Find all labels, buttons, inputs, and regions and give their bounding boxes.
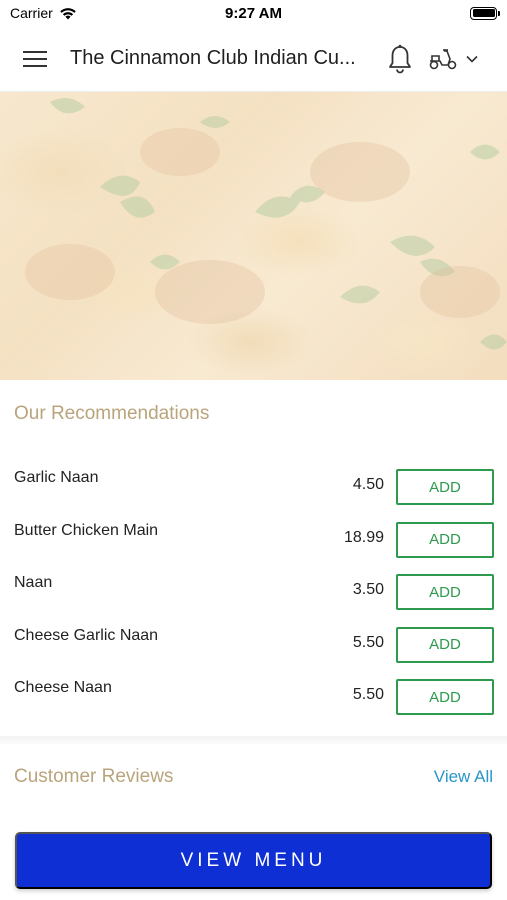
restaurant-title: The Cinnamon Club Indian Cu... xyxy=(70,47,356,69)
view-all-reviews-link[interactable]: View All xyxy=(434,767,493,787)
item-price: 5.50 xyxy=(352,686,384,703)
recommendations-heading: Our Recommendations xyxy=(14,403,210,424)
add-button[interactable]: ADD xyxy=(396,626,494,663)
app-header: The Cinnamon Club Indian Cu... xyxy=(0,26,507,92)
hamburger-menu-button[interactable] xyxy=(0,26,70,92)
status-right xyxy=(327,6,500,20)
delivery-mode-selector[interactable] xyxy=(428,39,478,79)
item-price: 5.50 xyxy=(352,633,384,651)
add-button[interactable]: ADD xyxy=(396,521,494,558)
list-item: Cheese Naan 5.50 ADD xyxy=(0,672,507,725)
item-price: 18.99 xyxy=(343,528,384,546)
list-item: Garlic Naan 4.50 ADD xyxy=(0,462,507,515)
notifications-button[interactable] xyxy=(386,39,414,79)
hero-overlay xyxy=(0,92,507,380)
scooter-icon xyxy=(429,48,457,69)
add-button[interactable]: ADD xyxy=(396,679,494,715)
bell-icon xyxy=(389,44,411,73)
item-name: Cheese Garlic Naan xyxy=(14,626,159,644)
item-name: Cheese Naan xyxy=(14,679,112,696)
list-item: Naan 3.50 ADD xyxy=(0,567,507,620)
hamburger-menu-icon xyxy=(23,50,47,67)
add-button[interactable]: ADD xyxy=(396,469,494,505)
hero-food-image xyxy=(0,92,507,380)
carrier-label: Carrier xyxy=(10,5,53,21)
status-left: Carrier xyxy=(10,5,180,21)
item-name: Garlic Naan xyxy=(14,469,99,486)
battery-icon xyxy=(470,6,500,20)
item-name: Butter Chicken Main xyxy=(14,521,159,539)
recommendations-list: Garlic Naan 4.50 ADD Butter Chicken Main… xyxy=(0,462,507,725)
customer-reviews-heading: Customer Reviews xyxy=(14,766,174,787)
wifi-icon xyxy=(59,7,76,19)
chevron-down-icon xyxy=(466,55,478,63)
add-button[interactable]: ADD xyxy=(396,574,494,610)
list-item: Butter Chicken Main 18.99 ADD xyxy=(0,515,507,568)
item-price: 4.50 xyxy=(352,476,384,493)
section-divider xyxy=(0,736,507,744)
list-item: Cheese Garlic Naan 5.50 ADD xyxy=(0,620,507,673)
status-bar: Carrier 9:27 AM xyxy=(0,0,507,26)
item-price: 3.50 xyxy=(352,581,384,598)
view-menu-button[interactable]: VIEW MENU xyxy=(15,832,492,889)
status-time: 9:27 AM xyxy=(225,4,282,22)
item-name: Naan xyxy=(14,574,53,591)
